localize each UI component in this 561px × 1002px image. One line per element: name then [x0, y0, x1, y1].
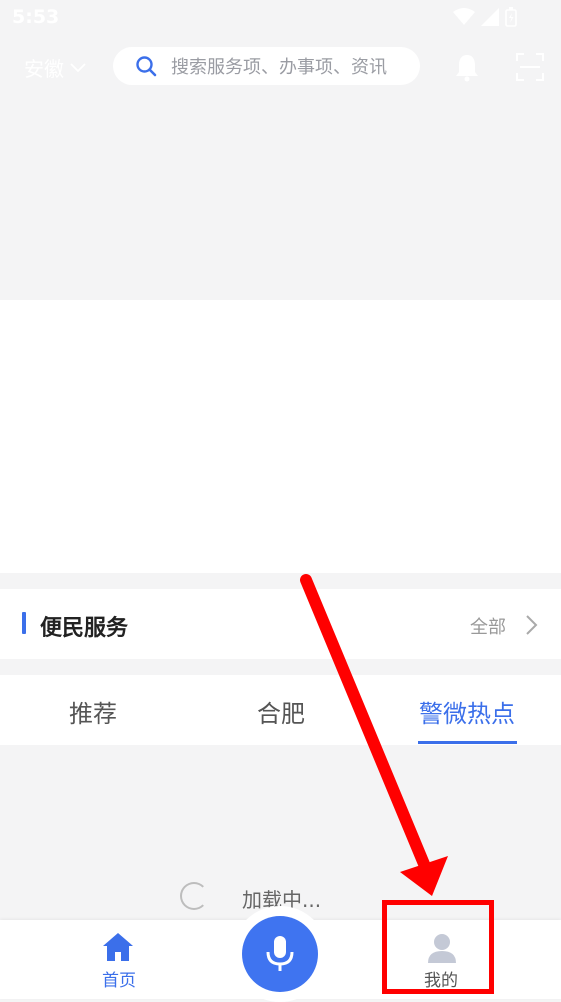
annotation-highlight-box	[382, 900, 494, 994]
loading-spinner	[180, 882, 208, 910]
region-label: 安徽	[24, 57, 64, 81]
section-more-link[interactable]: 全部	[470, 613, 506, 639]
tab-active-indicator	[418, 741, 517, 744]
search-placeholder: 搜索服务项、办事项、资讯	[171, 57, 387, 78]
search-input[interactable]: 搜索服务项、办事项、资讯	[113, 47, 420, 85]
voice-button[interactable]	[242, 916, 318, 992]
battery-icon	[505, 7, 517, 27]
tab-hefei[interactable]: 合肥	[257, 694, 305, 729]
wifi-icon	[453, 8, 475, 25]
chevron-right-icon[interactable]	[525, 614, 539, 636]
status-icons	[453, 7, 517, 27]
nav-home[interactable]: 首页	[88, 928, 148, 991]
signal-icon	[481, 8, 499, 26]
tab-recommend[interactable]: 推荐	[69, 694, 117, 729]
region-selector[interactable]: 安徽	[24, 53, 86, 82]
status-time: 5:53	[12, 6, 60, 28]
bell-icon[interactable]	[452, 52, 482, 82]
search-icon	[136, 56, 157, 77]
section-accent-bar	[22, 612, 26, 634]
home-icon	[103, 933, 133, 961]
tab-police-hot[interactable]: 警微热点	[419, 694, 515, 729]
microphone-icon	[266, 936, 294, 971]
nav-home-label: 首页	[102, 971, 136, 991]
banner-area[interactable]	[0, 300, 561, 573]
scan-icon[interactable]	[515, 52, 545, 82]
chevron-down-icon	[70, 62, 86, 72]
section-title: 便民服务	[40, 616, 129, 641]
